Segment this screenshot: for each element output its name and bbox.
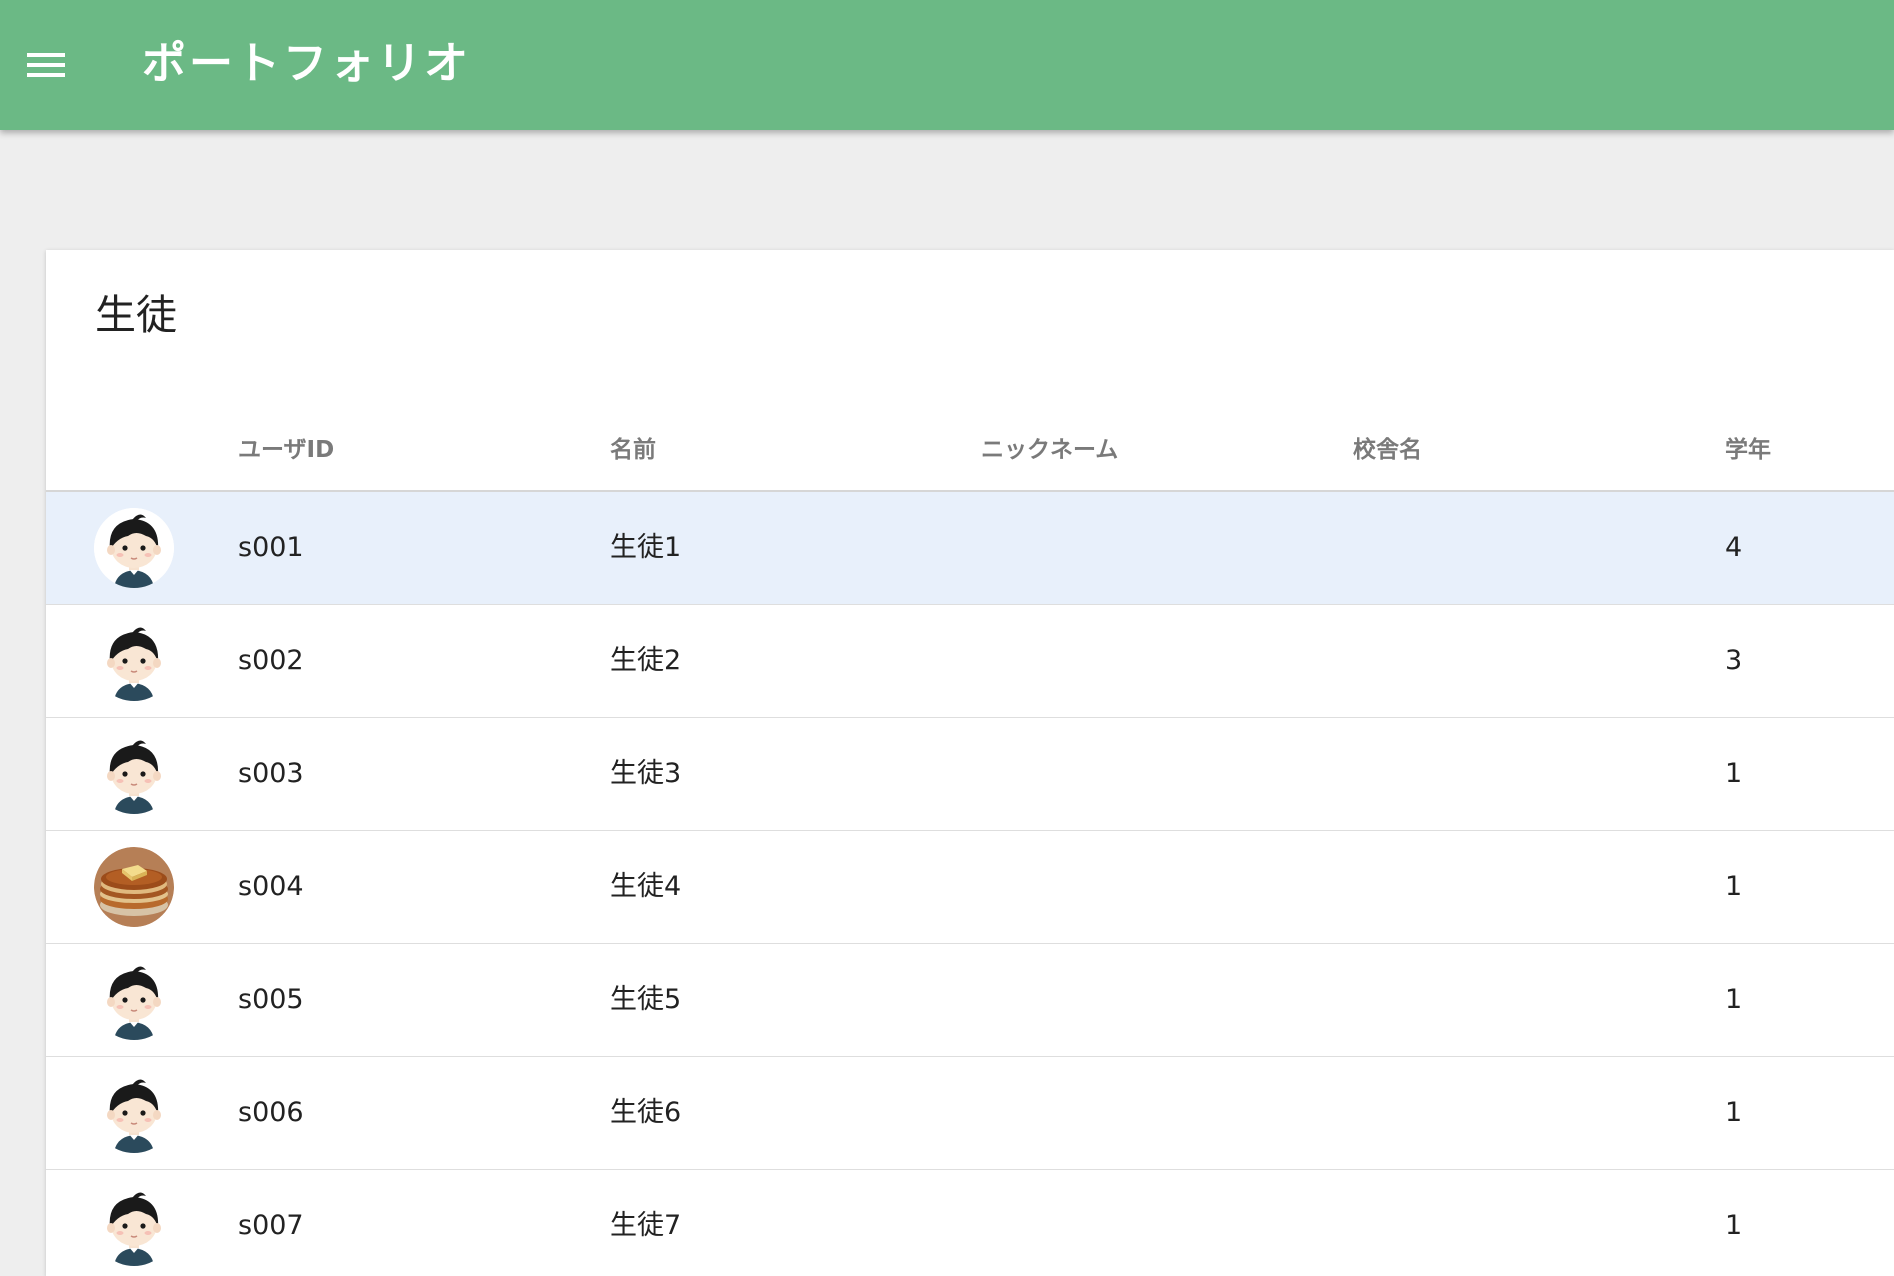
cell-name: 生徒2 — [610, 645, 682, 676]
cell-grade: 1 — [1725, 871, 1743, 902]
column-header-nickname[interactable]: ニックネーム — [981, 410, 1118, 490]
cell-name: 生徒7 — [610, 1210, 682, 1241]
cell-grade: 1 — [1725, 1210, 1743, 1241]
avatar — [94, 621, 174, 701]
avatar — [94, 734, 174, 814]
table-row[interactable]: s003 生徒3 1 — [46, 718, 1894, 831]
boy-avatar-icon — [94, 1186, 174, 1266]
boy-avatar-icon — [94, 621, 174, 701]
avatar — [94, 1073, 174, 1153]
cell-name: 生徒4 — [610, 871, 682, 902]
boy-avatar-icon — [94, 960, 174, 1040]
cell-name: 生徒6 — [610, 1097, 682, 1128]
table-header: ユーザID 名前 ニックネーム 校舎名 学年 — [46, 410, 1894, 492]
menu-button[interactable] — [16, 33, 76, 97]
column-header-grade[interactable]: 学年 — [1725, 410, 1771, 490]
avatar — [94, 508, 174, 588]
table-row[interactable]: s006 生徒6 1 — [46, 1057, 1894, 1170]
cell-user-id: s004 — [238, 871, 304, 902]
avatar — [94, 1186, 174, 1266]
cell-grade: 1 — [1725, 984, 1743, 1015]
cell-user-id: s006 — [238, 1097, 304, 1128]
table-row[interactable]: s007 生徒7 1 — [46, 1170, 1894, 1276]
cell-name: 生徒5 — [610, 984, 682, 1015]
table-body: s001 生徒1 4 s002 生徒2 3 s003 生徒3 1 s004 生徒4 1 — [46, 492, 1894, 1276]
cell-name: 生徒3 — [610, 758, 682, 789]
boy-avatar-icon — [94, 734, 174, 814]
cell-grade: 3 — [1725, 645, 1743, 676]
cell-grade: 1 — [1725, 758, 1743, 789]
cell-user-id: s001 — [238, 532, 304, 563]
avatar — [94, 960, 174, 1040]
column-header-user-id[interactable]: ユーザID — [238, 410, 334, 490]
students-card: 生徒 ユーザID 名前 ニックネーム 校舎名 学年 s001 生徒1 4 s002 生… — [46, 250, 1894, 1276]
boy-avatar-icon — [94, 1073, 174, 1153]
menu-icon — [27, 53, 65, 77]
cell-user-id: s002 — [238, 645, 304, 676]
card-title: 生徒 — [95, 291, 177, 339]
column-header-campus[interactable]: 校舎名 — [1353, 410, 1422, 490]
cell-user-id: s007 — [238, 1210, 304, 1241]
cell-grade: 4 — [1725, 532, 1743, 563]
table-row[interactable]: s002 生徒2 3 — [46, 605, 1894, 718]
table-row[interactable]: s004 生徒4 1 — [46, 831, 1894, 944]
pancake-avatar-icon — [94, 847, 174, 927]
cell-grade: 1 — [1725, 1097, 1743, 1128]
app-title: ポートフォリオ — [142, 38, 471, 89]
column-header-name[interactable]: 名前 — [610, 410, 656, 490]
app-bar: ポートフォリオ — [0, 0, 1894, 130]
cell-user-id: s003 — [238, 758, 304, 789]
avatar — [94, 847, 174, 927]
cell-name: 生徒1 — [610, 532, 682, 563]
cell-user-id: s005 — [238, 984, 304, 1015]
boy-avatar-icon — [94, 508, 174, 588]
table-row[interactable]: s001 生徒1 4 — [46, 492, 1894, 605]
table-row[interactable]: s005 生徒5 1 — [46, 944, 1894, 1057]
